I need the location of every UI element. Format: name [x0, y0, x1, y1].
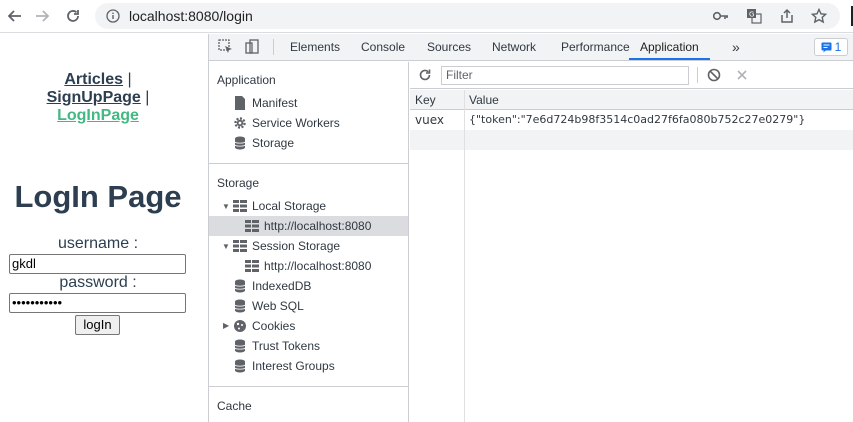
database-icon — [233, 136, 247, 150]
tab-sources[interactable]: Sources — [427, 34, 471, 60]
sidebar-item-label: Storage — [252, 136, 295, 150]
forward-icon[interactable] — [31, 5, 53, 27]
key-icon[interactable] — [712, 7, 730, 25]
sidebar-item-service-workers[interactable]: Service Workers — [233, 113, 340, 133]
sidebar-item-label: Service Workers — [252, 116, 340, 130]
table-cell-value[interactable]: {"token":"7e6d724b98f3514c0ad27f6fa080b7… — [469, 110, 805, 130]
database-icon — [233, 279, 247, 293]
section-title-storage: Storage — [217, 176, 260, 190]
sidebar-item-label: http://localhost:8080 — [264, 259, 372, 273]
table-icon — [245, 259, 259, 273]
sidebar-item-label: http://localhost:8080 — [264, 219, 372, 233]
storage-view: Filter Key Value vuex {"token":"7e6d724b… — [410, 62, 853, 422]
collapse-triangle-icon[interactable]: ▶ — [223, 321, 229, 330]
tab-application[interactable]: Application — [629, 34, 710, 60]
table-icon — [233, 199, 247, 213]
sidebar-item-label: Web SQL — [252, 299, 304, 313]
devtools-tabbar: Elements Console Sources Network Perform… — [209, 34, 853, 61]
devtools-panel: Elements Console Sources Network Perform… — [208, 34, 853, 422]
sidebar-item-storage[interactable]: Storage — [233, 133, 294, 153]
column-header-value[interactable]: Value — [469, 90, 499, 110]
sidebar-item-label: Manifest — [252, 96, 298, 110]
database-icon — [233, 299, 247, 313]
sidebar-item-label: Interest Groups — [252, 359, 335, 373]
sidebar-item-local-storage-origin[interactable]: http://localhost:8080 — [209, 216, 408, 236]
application-sidebar: Application Manifest Service Workers Sto… — [209, 62, 409, 422]
sidebar-item-web-sql[interactable]: Web SQL — [233, 296, 304, 316]
table-row-empty — [410, 130, 853, 150]
toolbar-divider — [697, 67, 698, 83]
file-icon — [233, 96, 247, 110]
reload-icon[interactable] — [62, 5, 84, 27]
filter-input[interactable]: Filter — [441, 66, 689, 85]
sidebar-item-session-storage[interactable]: Session Storage — [233, 236, 340, 256]
issues-badge[interactable]: 1 — [814, 38, 848, 56]
nav-separator: | — [127, 71, 132, 88]
more-tabs-icon[interactable]: » — [732, 34, 740, 60]
section-divider — [209, 386, 409, 387]
browser-toolbar: localhost:8080/login G — [0, 0, 853, 33]
star-icon[interactable] — [810, 7, 828, 25]
sidebar-item-interest-groups[interactable]: Interest Groups — [233, 356, 335, 376]
tab-elements[interactable]: Elements — [290, 34, 340, 60]
translate-icon[interactable]: G — [745, 7, 763, 25]
inspect-element-icon[interactable] — [217, 39, 235, 55]
issues-count: 1 — [834, 40, 842, 54]
device-toolbar-icon[interactable] — [243, 39, 261, 55]
section-title-cache: Cache — [217, 399, 252, 413]
sidebar-item-label: Local Storage — [252, 199, 327, 213]
refresh-icon[interactable] — [416, 67, 434, 83]
password-label: password : — [59, 274, 137, 291]
filter-toolbar: Filter — [410, 62, 853, 89]
tab-console[interactable]: Console — [361, 34, 405, 60]
tab-divider — [273, 39, 274, 55]
page-title: LogIn Page — [14, 179, 182, 214]
username-input[interactable]: gkdl — [9, 254, 186, 274]
column-divider — [464, 90, 465, 422]
table-icon — [245, 219, 259, 233]
expand-triangle-icon[interactable]: ▼ — [222, 242, 230, 251]
tab-network[interactable]: Network — [492, 34, 536, 60]
nav-link-login[interactable]: LogInPage — [57, 107, 139, 124]
cookie-icon — [233, 319, 247, 333]
message-icon — [821, 42, 832, 52]
login-button[interactable]: logIn — [75, 315, 120, 335]
sidebar-item-cookies[interactable]: Cookies — [233, 316, 295, 336]
table-cell-key[interactable]: vuex — [415, 110, 444, 130]
column-header-key[interactable]: Key — [415, 90, 436, 110]
tab-performance[interactable]: Performance — [561, 34, 630, 60]
info-icon[interactable] — [104, 7, 122, 25]
nav-link-articles[interactable]: Articles — [64, 71, 123, 88]
sidebar-item-manifest[interactable]: Manifest — [233, 93, 297, 113]
password-input[interactable]: ••••••••••• — [9, 293, 186, 313]
page-content: Articles | SignUpPage | LogInPage LogIn … — [0, 34, 208, 422]
page-nav: Articles | SignUpPage | LogInPage — [0, 71, 196, 125]
database-icon — [233, 339, 247, 353]
share-icon[interactable] — [778, 7, 796, 25]
gear-icon — [233, 116, 247, 130]
svg-text:G: G — [749, 11, 754, 19]
nav-link-signup[interactable]: SignUpPage — [47, 89, 141, 106]
section-title-application: Application — [217, 73, 276, 87]
sidebar-item-label: Cookies — [252, 319, 296, 333]
section-divider — [209, 163, 409, 164]
sidebar-item-trust-tokens[interactable]: Trust Tokens — [233, 336, 320, 356]
table-icon — [233, 239, 247, 253]
url-text[interactable]: localhost:8080/login — [129, 8, 253, 24]
address-bar[interactable]: localhost:8080/login G — [95, 3, 840, 29]
database-icon — [233, 359, 247, 373]
delete-selected-icon[interactable] — [733, 67, 751, 83]
clear-all-icon[interactable] — [705, 67, 723, 83]
sidebar-item-label: Session Storage — [252, 239, 341, 253]
back-icon[interactable] — [4, 5, 26, 27]
sidebar-item-indexeddb[interactable]: IndexedDB — [233, 276, 311, 296]
sidebar-item-label: Trust Tokens — [252, 339, 321, 353]
sidebar-item-session-storage-origin[interactable]: http://localhost:8080 — [245, 256, 371, 276]
username-label: username : — [57, 235, 139, 252]
nav-separator: | — [145, 89, 150, 106]
sidebar-item-label: IndexedDB — [252, 279, 312, 293]
sidebar-item-local-storage[interactable]: Local Storage — [233, 196, 326, 216]
expand-triangle-icon[interactable]: ▼ — [222, 202, 230, 211]
